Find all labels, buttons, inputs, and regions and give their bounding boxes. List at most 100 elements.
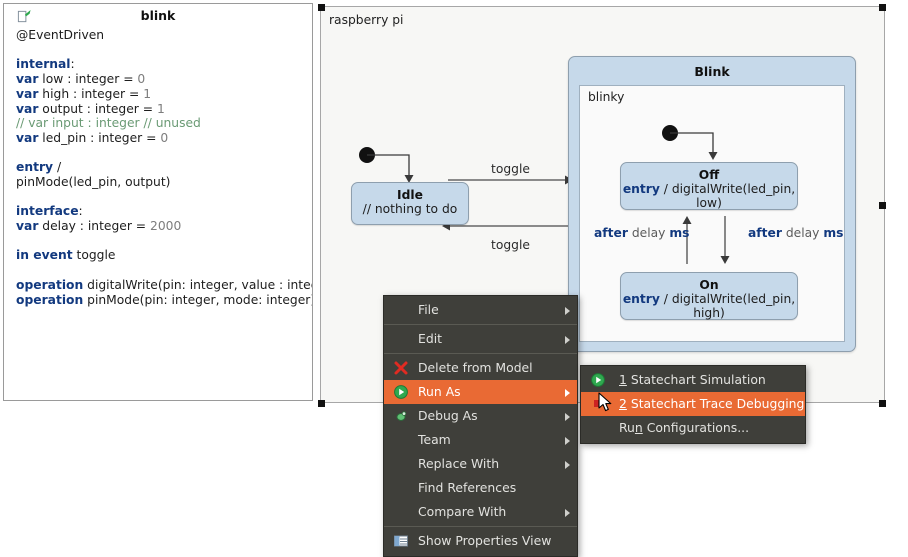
code-var-line: var high : integer = 1: [16, 87, 312, 102]
code-keyword-line: operation digitalWrite(pin: integer, val…: [16, 278, 312, 293]
menu-item-find-references[interactable]: Find References: [384, 476, 577, 500]
menu-item-show-properties-view[interactable]: Show Properties View: [384, 529, 577, 553]
code-var-line: var output : integer = 1: [16, 102, 312, 117]
submenu-item-mnemonic: n: [634, 420, 643, 435]
code-var-line: var low : integer = 0: [16, 72, 312, 87]
code-keyword: in event: [16, 248, 73, 263]
code-keyword-line: interface:: [16, 204, 312, 219]
menu-item-file[interactable]: File: [384, 298, 577, 322]
selection-handle-bottom-left[interactable]: [318, 400, 325, 407]
debug-bug-icon: [393, 408, 409, 424]
state-blink[interactable]: Blink blinky Off entry / digitalWrite(le…: [568, 56, 856, 352]
menu-item-delete-from-model[interactable]: Delete from Model: [384, 356, 577, 380]
code-text: led_pin : integer =: [38, 130, 161, 145]
code-keyword: entry: [16, 160, 54, 175]
delay-text-right: delay: [781, 226, 824, 240]
chevron-right-icon: [565, 413, 570, 421]
menu-separator: [384, 324, 577, 325]
code-number: 2000: [150, 219, 182, 234]
chevron-right-icon: [565, 389, 570, 397]
transition-label-on-to-off: after delay ms: [594, 226, 690, 240]
menu-item-team[interactable]: Team: [384, 428, 577, 452]
menu-item-edit[interactable]: Edit: [384, 327, 577, 351]
code-keyword: interface: [16, 204, 79, 219]
code-comment-line: // var input : integer // unused: [16, 116, 312, 131]
menu-item-label: Debug As: [418, 408, 478, 423]
code-keyword: operation: [16, 277, 84, 292]
mouse-cursor: [598, 392, 612, 412]
state-off-entry-keyword: entry: [622, 182, 660, 196]
menu-item-label: Show Properties View: [418, 533, 552, 548]
code-text: delay : integer =: [38, 219, 151, 234]
code-keyword: var: [16, 72, 39, 87]
ms-keyword-right: ms: [823, 226, 844, 240]
transition-label-toggle-out: toggle: [491, 238, 530, 252]
code-keyword: var: [16, 86, 39, 101]
state-idle-name: Idle: [397, 188, 423, 202]
selection-handle-top-left[interactable]: [318, 4, 325, 11]
delete-x-icon: [393, 360, 409, 376]
submenu-item-prefix: Ru: [619, 420, 635, 435]
menu-item-compare-with[interactable]: Compare With: [384, 500, 577, 524]
ms-keyword-left: ms: [669, 226, 690, 240]
menu-item-run-as[interactable]: Run As: [384, 380, 577, 404]
transition-label-off-to-on: after delay ms: [748, 226, 844, 240]
menu-item-label: Team: [418, 432, 451, 447]
blink-region: blinky Off entry / digitalWrite(led_pin,…: [579, 85, 845, 342]
selection-handle-middle-right[interactable]: [879, 202, 886, 209]
code-keyword-line: entry /: [16, 160, 312, 175]
menu-item-label: Delete from Model: [418, 360, 533, 375]
statechart-text-editor-panel[interactable]: blink @EventDriven internal: var low : in…: [3, 3, 313, 401]
state-on[interactable]: On entry / digitalWrite(led_pin, high): [620, 272, 798, 320]
code-annotation-line: @EventDriven: [16, 28, 105, 42]
menu-item-replace-with[interactable]: Replace With: [384, 452, 577, 476]
code-text: /: [53, 160, 62, 175]
properties-view-icon: [393, 533, 409, 549]
state-off-name: Off: [698, 168, 720, 182]
statechart-definition-code: @EventDriven internal: var low : integer …: [4, 28, 312, 307]
code-keyword: operation: [16, 292, 84, 307]
state-off-body: entry / digitalWrite(led_pin, low): [621, 182, 797, 210]
code-number: 0: [160, 130, 169, 145]
submenu-item-label: Statechart Simulation: [626, 372, 766, 387]
code-text: low : integer =: [38, 72, 138, 87]
state-off[interactable]: Off entry / digitalWrite(led_pin, low): [620, 162, 798, 210]
code-text: output : integer =: [38, 101, 157, 116]
menu-item-label: Compare With: [418, 504, 507, 519]
context-menu[interactable]: File Edit Delete from Model Run As Debug As T…: [383, 295, 578, 557]
chevron-right-icon: [565, 437, 570, 445]
chevron-right-icon: [565, 307, 570, 315]
code-keyword-line: in event toggle: [16, 248, 312, 263]
submenu-item-run-configurations[interactable]: Run Configurations...: [581, 416, 805, 440]
menu-item-label: Run As: [418, 384, 461, 399]
run-play-icon: [393, 384, 409, 400]
code-number: 0: [137, 72, 146, 87]
code-comment: // var input : integer // unused: [16, 116, 201, 131]
code-keyword: var: [16, 101, 39, 116]
run-play-icon: [590, 372, 606, 388]
submenu-item-1-statechart-simulation[interactable]: 1 Statechart Simulation: [581, 368, 805, 392]
code-text: digitalWrite(pin: integer, value : integ…: [83, 277, 313, 292]
code-keyword-line: internal:: [16, 57, 312, 72]
code-text: :: [70, 57, 75, 72]
after-keyword-right: after: [748, 226, 782, 240]
chevron-right-icon: [565, 461, 570, 469]
state-on-entry-keyword: entry: [622, 292, 660, 306]
submenu-item-2-statechart-trace-debugging[interactable]: 2 Statechart Trace Debugging: [581, 392, 805, 416]
code-text: toggle: [72, 248, 116, 263]
menu-item-label: File: [418, 302, 439, 317]
chevron-right-icon: [565, 509, 570, 517]
code-text: :: [78, 204, 83, 219]
menu-item-debug-as[interactable]: Debug As: [384, 404, 577, 428]
code-number: 1: [156, 101, 165, 116]
selection-handle-top-right[interactable]: [879, 4, 886, 11]
submenu-item-mnemonic: 2: [619, 396, 627, 411]
state-on-body: entry / digitalWrite(led_pin, high): [621, 292, 797, 320]
submenu-item-label: Configurations...: [642, 420, 750, 435]
chevron-right-icon: [565, 336, 570, 344]
code-keyword-line: operation pinMode(pin: integer, mode: in…: [16, 293, 312, 308]
selection-handle-bottom-right[interactable]: [879, 400, 886, 407]
state-idle[interactable]: Idle // nothing to do: [351, 182, 469, 225]
